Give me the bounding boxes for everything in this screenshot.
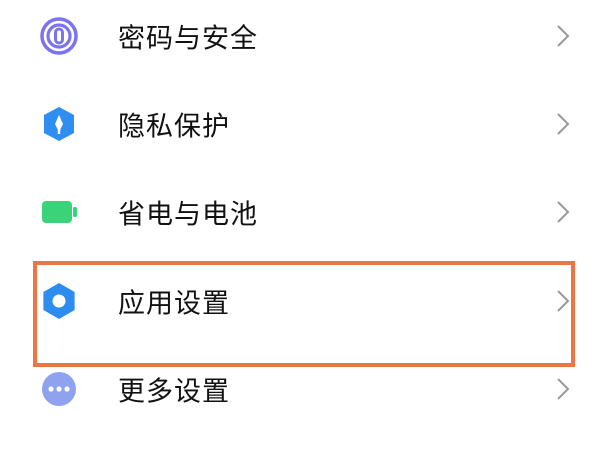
gear-icon — [38, 280, 80, 322]
settings-item-label: 密码与安全 — [118, 23, 258, 55]
settings-item-more-settings[interactable]: 更多设置 — [0, 349, 600, 429]
chevron-right-icon — [555, 199, 571, 225]
settings-item-label: 更多设置 — [118, 376, 230, 408]
more-dots-icon — [38, 368, 80, 410]
privacy-shield-icon — [38, 103, 80, 145]
chevron-right-icon — [555, 111, 571, 137]
settings-item-privacy[interactable]: 隐私保护 — [0, 84, 600, 164]
settings-item-label: 应用设置 — [118, 288, 230, 320]
settings-page: 密码与安全 隐私保护 省电与电池 应用设置 更多设置 — [0, 0, 600, 450]
settings-item-label: 省电与电池 — [118, 199, 258, 231]
chevron-right-icon — [555, 376, 571, 402]
settings-item-app-settings[interactable]: 应用设置 — [0, 261, 600, 341]
fingerprint-icon — [38, 15, 80, 57]
battery-icon — [38, 191, 80, 233]
settings-item-battery[interactable]: 省电与电池 — [0, 172, 600, 252]
chevron-right-icon — [555, 288, 571, 314]
settings-item-password-security[interactable]: 密码与安全 — [0, 0, 600, 76]
chevron-right-icon — [555, 23, 571, 49]
settings-item-label: 隐私保护 — [118, 111, 230, 143]
